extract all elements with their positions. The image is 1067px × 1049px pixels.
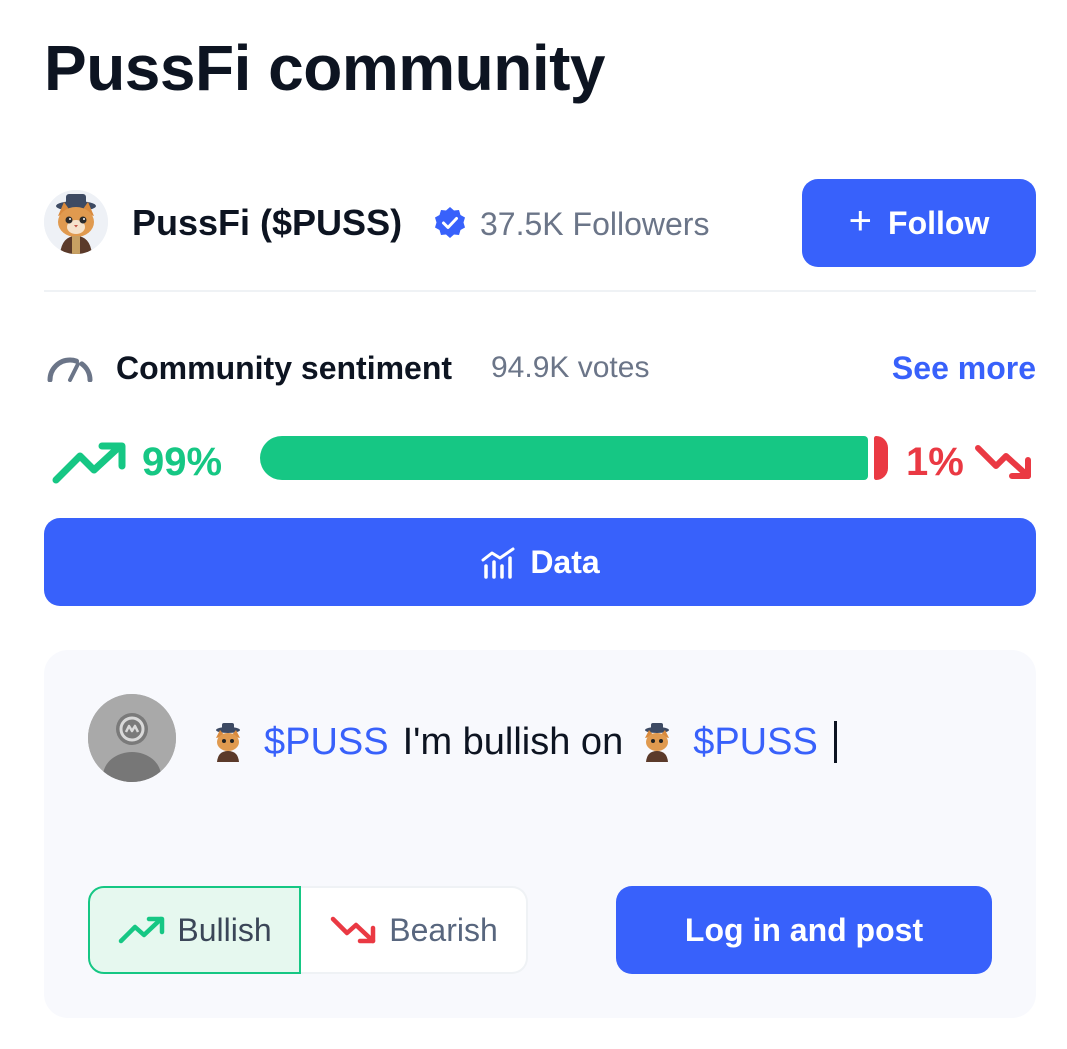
cat-mascot-icon bbox=[216, 723, 240, 762]
post-composer-card: $PUSS I'm bullish on $PUSS Bullish Beari… bbox=[44, 650, 1036, 1018]
bearish-toggle[interactable]: Bearish bbox=[301, 886, 528, 974]
user-avatar bbox=[88, 694, 176, 782]
votes-count: 94.9K votes bbox=[491, 351, 650, 384]
bullish-label: Bullish bbox=[177, 911, 272, 948]
coin-tag[interactable]: $PUSS bbox=[264, 718, 389, 766]
cat-mascot-icon[interactable] bbox=[44, 190, 108, 254]
bearish-label: Bearish bbox=[389, 911, 498, 948]
login-and-post-button[interactable]: Log in and post bbox=[616, 886, 992, 974]
sentiment-bar-row: 99% 1% bbox=[44, 430, 1036, 490]
bullish-percent: 99% bbox=[142, 440, 223, 484]
divider bbox=[44, 290, 1036, 292]
follow-button[interactable]: + Follow bbox=[802, 179, 1036, 267]
bearish-bar-fill bbox=[874, 436, 888, 480]
coin-header: PussFi ($PUSS) 37.5K Followers + Follow bbox=[44, 178, 1036, 268]
text-caret bbox=[833, 721, 837, 763]
bearish-percent: 1% bbox=[906, 440, 964, 484]
trend-down-icon bbox=[331, 916, 376, 944]
followers-count: 37.5K Followers bbox=[480, 206, 710, 242]
sentiment-label: Community sentiment bbox=[116, 350, 453, 386]
sentiment-header: Community sentiment 94.9K votes See more bbox=[44, 340, 1036, 394]
see-more-link[interactable]: See more bbox=[892, 348, 1036, 388]
verified-badge-icon bbox=[435, 207, 465, 238]
chart-bars-icon bbox=[481, 547, 515, 579]
data-label: Data bbox=[530, 543, 600, 580]
follow-label: Follow bbox=[888, 204, 990, 241]
coin-tag[interactable]: $PUSS bbox=[693, 718, 818, 766]
trend-up-icon bbox=[119, 916, 165, 944]
coin-name[interactable]: PussFi ($PUSS) bbox=[132, 202, 402, 244]
post-text: I'm bullish on bbox=[402, 721, 624, 763]
trend-up-icon bbox=[52, 442, 126, 484]
cat-mascot-icon bbox=[645, 723, 670, 762]
page-title: PussFi community bbox=[44, 32, 606, 104]
trend-down-icon bbox=[975, 445, 1031, 479]
bullish-toggle[interactable]: Bullish bbox=[88, 886, 301, 974]
post-input[interactable]: $PUSS I'm bullish on $PUSS bbox=[208, 718, 837, 766]
data-button[interactable]: Data bbox=[44, 518, 1036, 606]
bullish-bar-fill bbox=[260, 436, 868, 480]
sentiment-bar bbox=[260, 436, 888, 480]
plus-icon: + bbox=[848, 199, 873, 243]
community-page: PussFi community PussFi ($PUSS) 37.5K Fo… bbox=[0, 0, 1067, 1049]
gauge-icon bbox=[47, 357, 93, 382]
sentiment-toggle: Bullish Bearish bbox=[88, 886, 528, 974]
